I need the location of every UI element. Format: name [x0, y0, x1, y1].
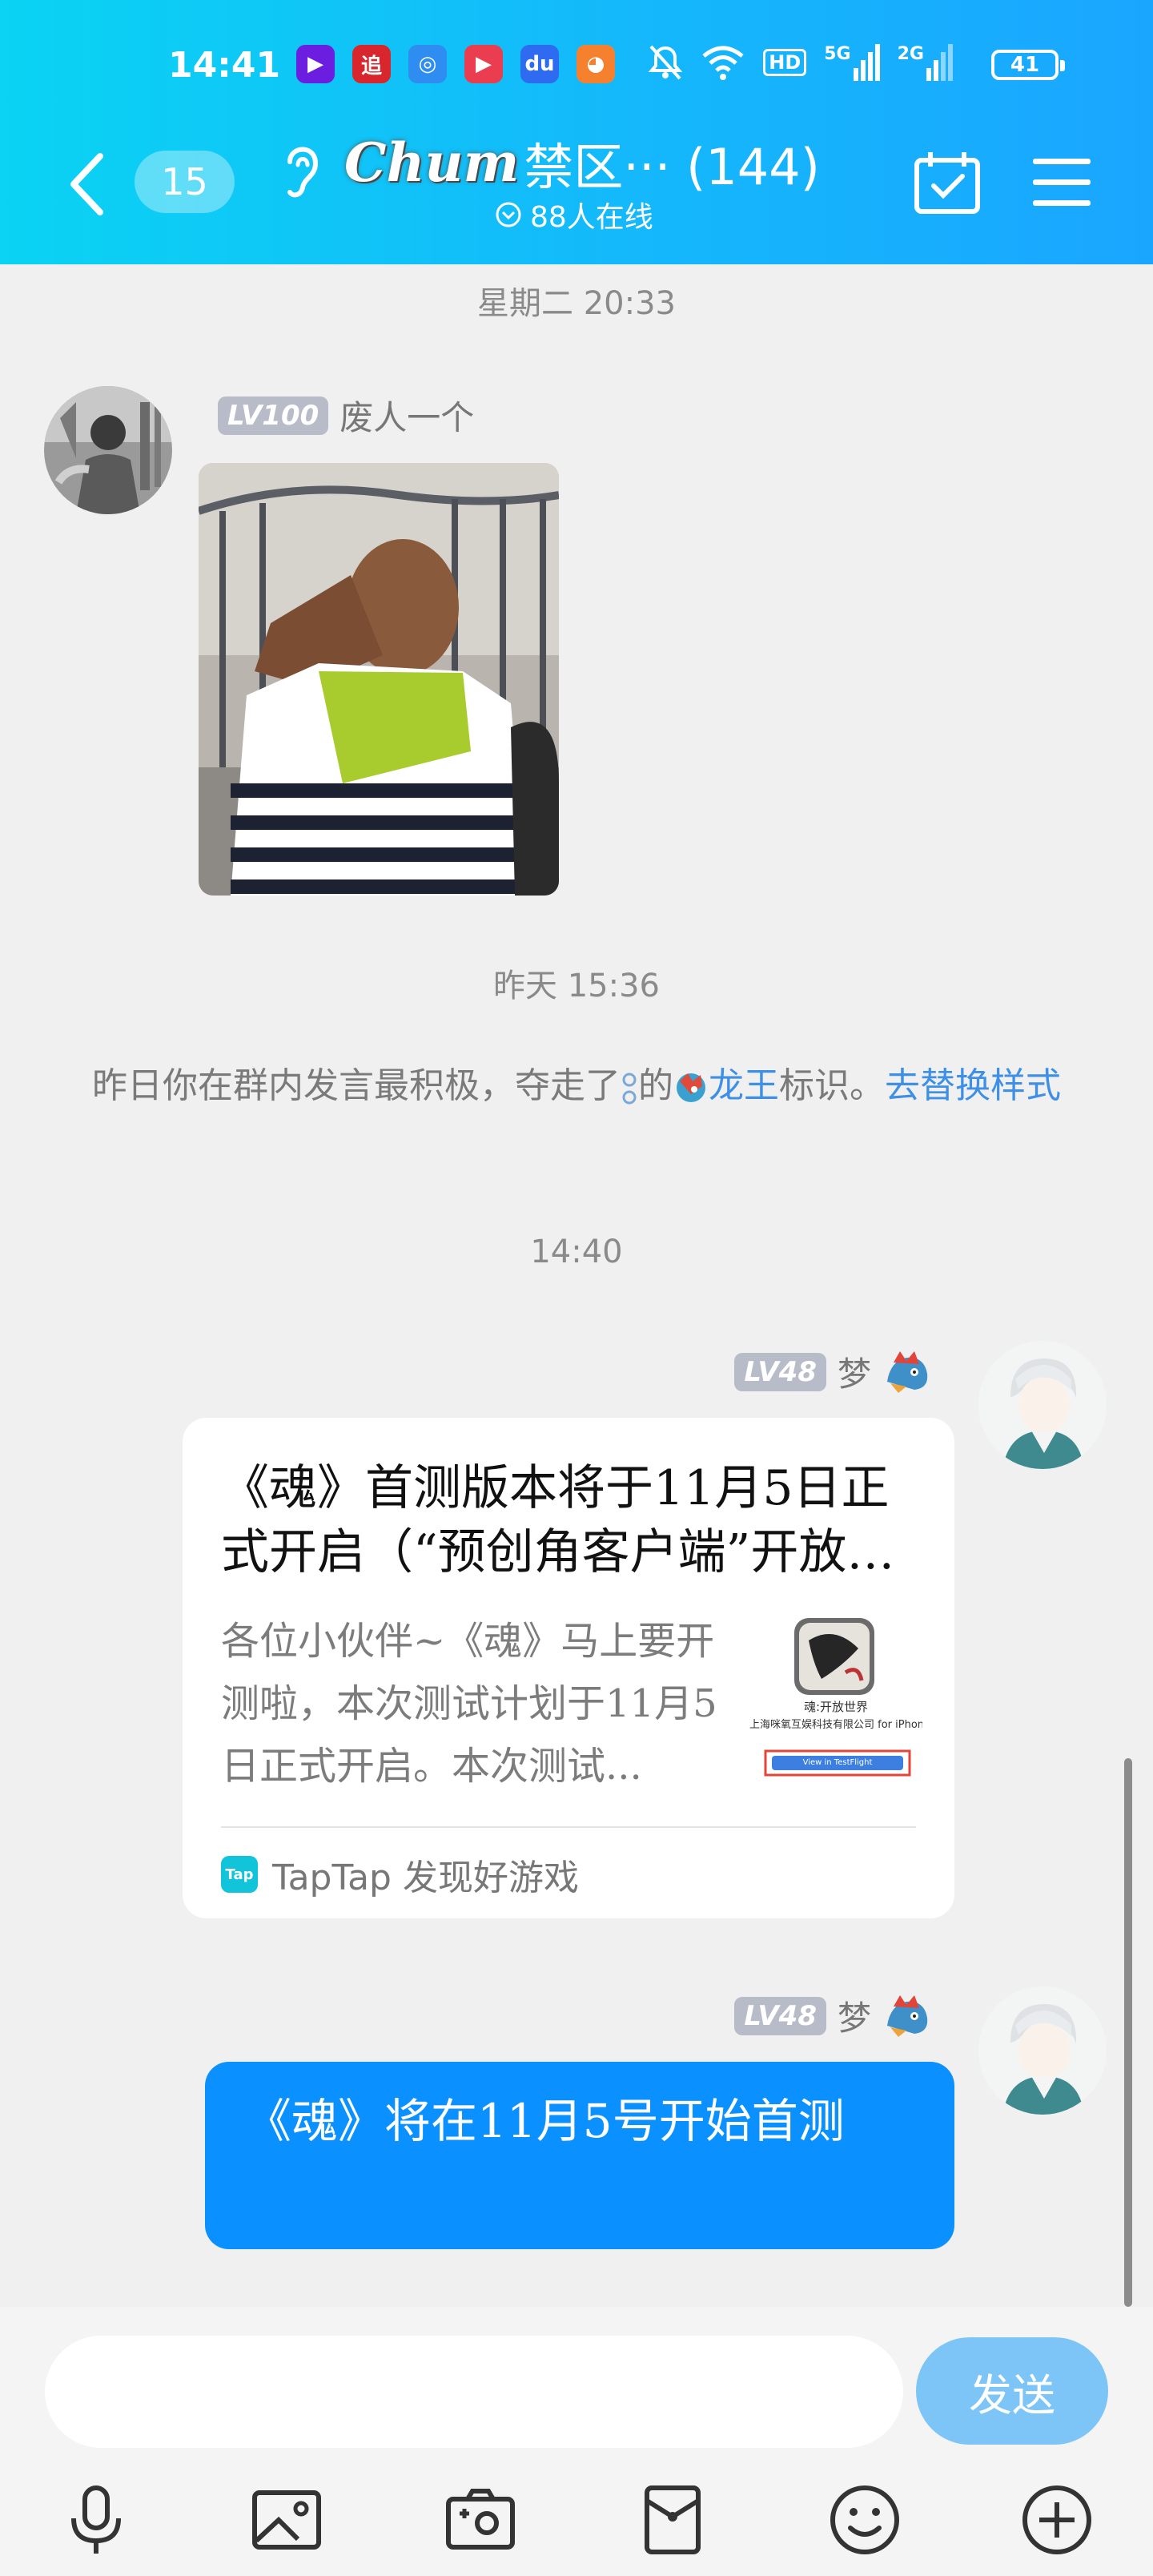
system-notice: 昨日你在群内发言最积极，夺走了的龙王标识。去替换样式 [80, 1057, 1073, 1115]
chat-header: 14:41 ▶ 追 ◎ ▶ du ◕ HD 5G 2G 41 15 Chum 禁… [0, 0, 1153, 264]
group-logo-text: Chum [344, 131, 520, 194]
avatar[interactable] [44, 386, 172, 514]
sender-info: LV48 梦 [734, 1347, 932, 1396]
share-source: Tap TapTap 发现好游戏 [221, 1849, 579, 1900]
scrollbar[interactable] [1124, 1758, 1132, 2307]
signal-5g-label: 5G [824, 44, 851, 64]
red-packet-icon[interactable] [633, 2480, 713, 2560]
avatar[interactable] [978, 1341, 1107, 1469]
online-status[interactable]: 88人在线 [495, 194, 653, 235]
camera-icon[interactable] [440, 2480, 520, 2560]
level-badge: LV100 [218, 396, 329, 435]
hd-icon: HD [763, 49, 807, 76]
input-toolbar [0, 2467, 1153, 2571]
signal-2g-label: 2G [897, 44, 924, 64]
ear-icon[interactable] [279, 138, 323, 202]
emoji-icon[interactable] [825, 2480, 905, 2560]
baidu-app-icon: du [520, 45, 559, 83]
thumb-testflight-button: View in TestFlight [802, 1758, 873, 1767]
calendar-check-icon[interactable] [913, 151, 982, 215]
dragon-icon [677, 1073, 705, 1102]
sender-nickname[interactable]: 梦 [838, 1347, 871, 1396]
dragon-king-icon [887, 1350, 928, 1393]
share-title: 《魂》首测版本将于11月5日正式开启（“预创角客户端”开放下载） [221, 1460, 895, 1580]
timestamp: 昨天 15:36 [493, 968, 660, 1004]
share-description: 各位小伙伴~《魂》马上要开测啦，本次测试计划于11月5日正式开启。本次测试... [221, 1619, 717, 1789]
sender-nickname[interactable]: 梦 [838, 1991, 871, 2040]
share-thumbnail: 魂:开放世界 上海咪氧互娱科技有限公司 for iPhone View in T… [749, 1616, 922, 1777]
nav-bar: 15 Chum 禁区··· (144) 88人在线 [0, 120, 1153, 248]
clock: 14:41 [168, 45, 281, 86]
chevron-circle-icon [496, 202, 521, 227]
browser-app-icon: ◎ [408, 45, 447, 83]
text-message-bubble[interactable]: 《魂》将在11月5号开始首测 [205, 2062, 954, 2249]
timestamp: 星期二 20:33 [477, 285, 676, 322]
system-icons: HD 5G 2G [648, 43, 953, 82]
menu-icon[interactable] [1031, 155, 1092, 208]
level-badge: LV48 [734, 1996, 826, 2035]
status-bar: 14:41 ▶ 追 ◎ ▶ du ◕ HD 5G 2G 41 [0, 32, 1153, 96]
weibo-app-icon: ◕ [576, 45, 615, 83]
thumb-publisher: 上海咪氧互娱科技有限公司 for iPhone [749, 1719, 922, 1731]
input-bar: 发送 [0, 2307, 1153, 2576]
signal-5g-icon: 5G [824, 44, 880, 81]
mute-icon [648, 45, 683, 80]
online-count: 88人在线 [530, 201, 653, 234]
image-icon[interactable] [247, 2480, 327, 2560]
send-button[interactable]: 发送 [916, 2337, 1108, 2445]
play-app-icon: ▶ [464, 45, 503, 83]
sender-nickname[interactable]: 废人一个 [339, 391, 474, 440]
unread-count-badge[interactable]: 15 [135, 151, 235, 213]
sender-info: LV48 梦 [734, 1991, 932, 2040]
timestamp: 14:40 [530, 1234, 623, 1270]
image-message[interactable] [199, 463, 559, 896]
group-name: 禁区··· (144) [524, 138, 820, 196]
wifi-icon [702, 46, 744, 80]
share-card[interactable]: 《魂》首测版本将于11月5日正式开启（“预创角客户端”开放下载） 各位小伙伴~《… [183, 1418, 954, 1918]
divider [221, 1826, 916, 1828]
notification-app-icons: ▶ 追 ◎ ▶ du ◕ [296, 45, 615, 83]
microphone-icon[interactable] [56, 2480, 136, 2560]
notice-text: 标识。 [779, 1065, 885, 1106]
share-source-label: TapTap 发现好游戏 [272, 1858, 579, 1898]
level-badge: LV48 [734, 1352, 826, 1391]
zhui-app-icon: 追 [352, 45, 391, 83]
back-arrow-icon[interactable] [64, 144, 112, 224]
dragon-king-icon [887, 1994, 928, 2037]
signal-2g-icon: 2G [898, 44, 953, 81]
user-avatar-icon[interactable] [621, 1065, 638, 1110]
taptap-logo-icon: Tap [221, 1856, 258, 1893]
thumb-app-name: 魂:开放世界 [803, 1700, 869, 1714]
video-app-icon: ▶ [296, 45, 335, 83]
message-input[interactable] [45, 2336, 903, 2448]
battery-icon: 41 [991, 50, 1065, 80]
sender-info: LV100 废人一个 [218, 391, 474, 440]
notice-text: 昨日你在群内发言最积极，夺走了 [92, 1065, 621, 1106]
plus-icon[interactable] [1017, 2480, 1097, 2560]
avatar[interactable] [978, 1986, 1107, 2115]
notice-text: 的 [638, 1065, 673, 1106]
replace-style-link[interactable]: 去替换样式 [885, 1065, 1061, 1106]
group-title[interactable]: Chum 禁区··· (144) [344, 127, 820, 199]
dragon-king-link[interactable]: 龙王 [709, 1065, 779, 1106]
